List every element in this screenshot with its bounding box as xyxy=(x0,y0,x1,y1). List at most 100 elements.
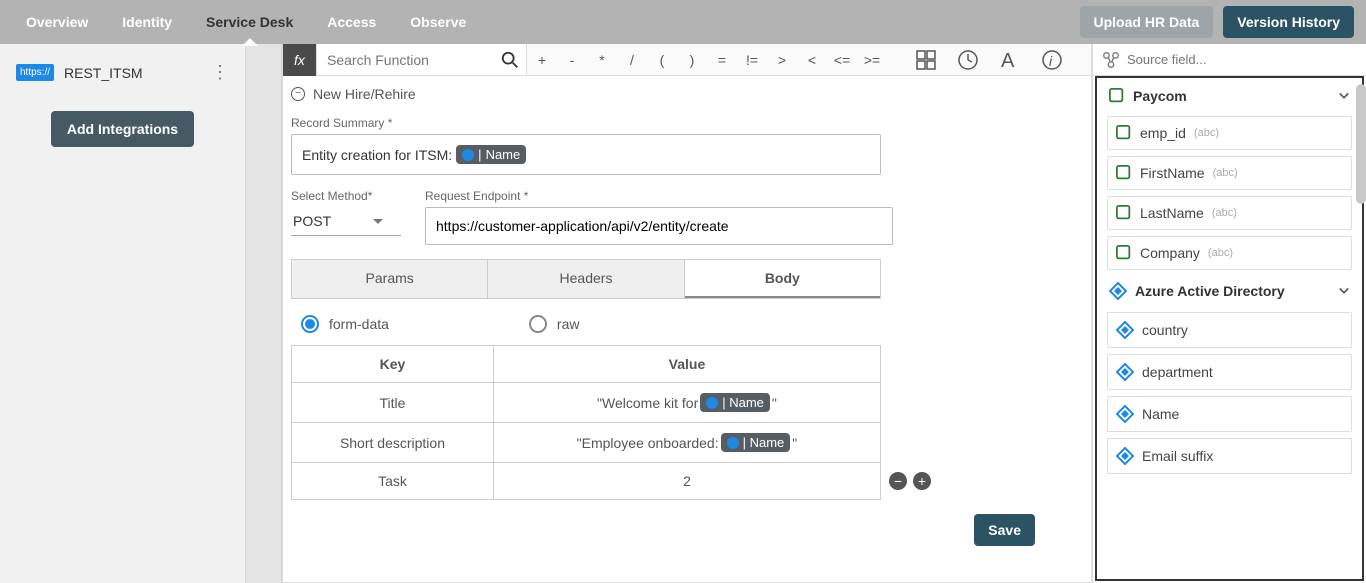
top-nav: OverviewIdentityService DeskAccessObserv… xyxy=(0,0,1366,44)
version-history-button[interactable]: Version History xyxy=(1223,6,1354,38)
tab-headers[interactable]: Headers xyxy=(488,260,684,298)
field-name: Email suffix xyxy=(1142,448,1213,464)
grid-icon[interactable] xyxy=(915,49,937,71)
op-=[interactable]: = xyxy=(707,52,737,68)
name-pill[interactable]: | Name xyxy=(456,145,526,164)
paycom-icon xyxy=(1116,245,1132,261)
source-field[interactable]: emp_id (abc) xyxy=(1107,116,1352,150)
nav-identity[interactable]: Identity xyxy=(108,4,186,40)
formula-bar: fx +-*/()=!=><<=>= xyxy=(283,44,1091,76)
op-!=[interactable]: != xyxy=(737,52,767,68)
add-integrations-button[interactable]: Add Integrations xyxy=(51,111,194,147)
function-search[interactable] xyxy=(317,44,527,75)
field-type: (abc) xyxy=(1208,247,1233,259)
aad-icon xyxy=(1116,321,1134,339)
aad-icon xyxy=(1116,405,1134,423)
op-*[interactable]: * xyxy=(587,52,617,68)
source-field[interactable]: FirstName(abc) xyxy=(1107,156,1352,190)
radio-form-data[interactable]: form-data xyxy=(301,315,389,333)
save-button[interactable]: Save xyxy=(974,514,1035,546)
op->=[interactable]: >= xyxy=(857,52,887,68)
op->[interactable]: > xyxy=(767,52,797,68)
aad-icon xyxy=(1116,363,1134,381)
group-title: New Hire/Rehire xyxy=(313,86,416,102)
radio-raw-label: raw xyxy=(557,316,580,332)
record-summary-text: Entity creation for ITSM: xyxy=(302,147,452,163)
source-group-name: Azure Active Directory xyxy=(1135,283,1330,299)
nav-service-desk[interactable]: Service Desk xyxy=(192,4,307,40)
nav-observe[interactable]: Observe xyxy=(396,4,480,40)
chevron-down-icon xyxy=(1338,90,1350,102)
op-<=[interactable]: <= xyxy=(827,52,857,68)
source-field[interactable]: Email suffix xyxy=(1107,438,1352,474)
op--[interactable]: - xyxy=(557,52,587,68)
name-pill[interactable]: | Name xyxy=(721,433,791,452)
field-type: (abc) xyxy=(1212,207,1237,219)
cell-key[interactable]: Title xyxy=(292,383,494,423)
clock-icon[interactable] xyxy=(957,49,979,71)
radio-on-icon xyxy=(301,315,319,333)
method-select[interactable]: POST xyxy=(291,207,401,236)
collapse-icon[interactable]: − xyxy=(291,87,305,101)
caret-down-icon xyxy=(373,219,383,224)
col-value: Value xyxy=(493,346,880,383)
text-format-icon[interactable] xyxy=(999,49,1021,71)
cell-value[interactable]: "Welcome kit for | Name " xyxy=(493,383,880,423)
source-field[interactable]: department xyxy=(1107,354,1352,390)
source-group-azure-active-directory[interactable]: Azure Active Directory xyxy=(1107,276,1352,306)
remove-row-icon[interactable]: − xyxy=(889,472,907,490)
source-group-name: Paycom xyxy=(1133,88,1330,104)
radio-form-data-label: form-data xyxy=(329,316,389,332)
source-group-paycom[interactable]: Paycom xyxy=(1107,82,1352,110)
endpoint-input[interactable] xyxy=(425,207,893,245)
form-data-table: Key Value Title"Welcome kit for | Name "… xyxy=(291,345,881,500)
op-)[interactable]: ) xyxy=(677,52,707,68)
select-method-label: Select Method* xyxy=(291,189,401,203)
group-header[interactable]: − New Hire/Rehire xyxy=(291,86,1075,102)
nav-access[interactable]: Access xyxy=(313,4,390,40)
cell-value[interactable]: "Employee onboarded: | Name " xyxy=(493,423,880,463)
op-([interactable]: ( xyxy=(647,52,677,68)
op-+[interactable]: + xyxy=(527,52,557,68)
upload-hr-button[interactable]: Upload HR Data xyxy=(1080,6,1214,38)
field-type: (abc) xyxy=(1194,127,1219,139)
add-row-icon[interactable]: + xyxy=(913,472,931,490)
cell-key[interactable]: Task xyxy=(292,463,494,500)
paycom-icon xyxy=(1116,205,1132,221)
method-value: POST xyxy=(293,213,331,229)
name-pill[interactable]: | Name xyxy=(700,393,770,412)
info-icon[interactable] xyxy=(1041,49,1063,71)
paycom-icon xyxy=(1116,125,1132,141)
pill-dot-icon xyxy=(462,149,474,161)
source-field[interactable]: LastName (abc) xyxy=(1107,196,1352,230)
op-<[interactable]: < xyxy=(797,52,827,68)
search-icon[interactable] xyxy=(500,50,520,70)
field-name: emp_id xyxy=(1140,125,1186,141)
record-summary-field[interactable]: Entity creation for ITSM: | Name xyxy=(291,134,881,175)
table-row: Task2 xyxy=(292,463,881,500)
kebab-icon[interactable]: ⋮ xyxy=(211,62,229,83)
cell-value[interactable]: 2 xyxy=(493,463,880,500)
op-/[interactable]: / xyxy=(617,52,647,68)
integration-item[interactable]: https:// REST_ITSM ⋮ xyxy=(10,54,235,91)
mapping-icon[interactable] xyxy=(1101,50,1121,70)
table-row: Short description"Employee onboarded: | … xyxy=(292,423,881,463)
source-field[interactable]: Company(abc) xyxy=(1107,236,1352,270)
tab-params[interactable]: Params xyxy=(292,260,488,298)
radio-raw[interactable]: raw xyxy=(529,315,580,333)
left-gutter xyxy=(246,44,282,583)
integration-name: REST_ITSM xyxy=(64,65,201,81)
function-search-input[interactable] xyxy=(317,44,526,75)
cell-key[interactable]: Short description xyxy=(292,423,494,463)
source-field-input[interactable] xyxy=(1127,52,1358,67)
source-field[interactable]: Name xyxy=(1107,396,1352,432)
record-summary-label: Record Summary * xyxy=(291,116,1075,130)
scrollbar[interactable] xyxy=(1356,84,1366,204)
nav-overview[interactable]: Overview xyxy=(12,4,102,40)
nav-tabs: OverviewIdentityService DeskAccessObserv… xyxy=(12,4,480,40)
field-name: LastName xyxy=(1140,205,1204,221)
source-field[interactable]: country xyxy=(1107,312,1352,348)
source-panel: Paycom emp_id (abc) FirstName(abc) LastName (… xyxy=(1092,44,1366,583)
tab-body[interactable]: Body xyxy=(685,260,880,298)
paycom-icon xyxy=(1116,165,1132,181)
